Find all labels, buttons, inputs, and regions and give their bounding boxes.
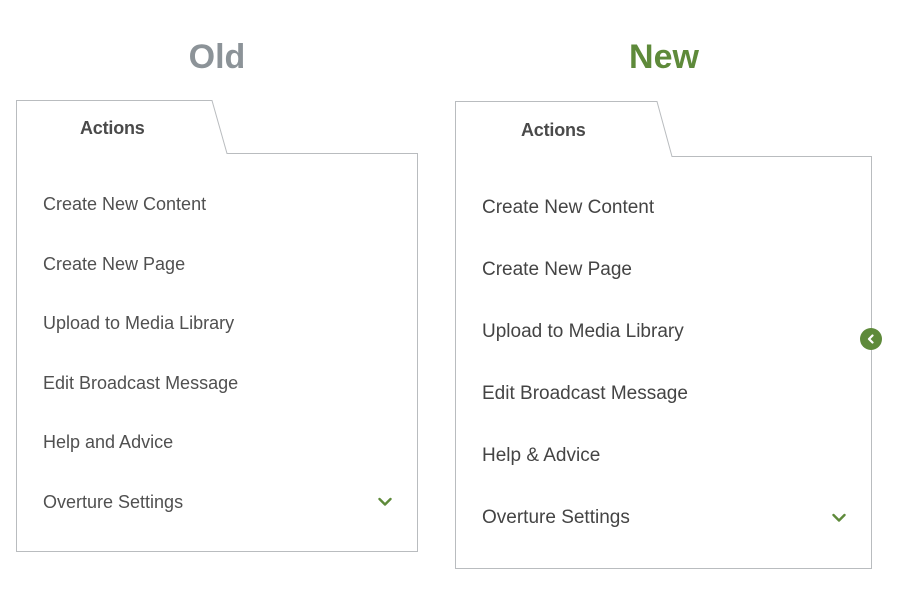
menu-item-label: Overture Settings [43,491,184,512]
new-menu-item-help-advice[interactable]: Help & Advice [482,436,872,476]
chevron-down-icon[interactable] [378,497,392,507]
old-menu-item-help-advice[interactable]: Help and Advice [43,422,418,462]
new-menu-item-edit-broadcast[interactable]: Edit Broadcast Message [482,374,872,414]
menu-item-label: Help & Advice [482,445,601,466]
new-heading: New [629,38,699,76]
menu-item-label: Create New Page [482,259,632,280]
menu-item-label: Create New Content [43,193,207,214]
chevron-left-icon [867,334,874,344]
old-menu-item-create-new-content[interactable]: Create New Content [43,184,418,224]
menu-item-label: Create New Page [43,253,186,274]
old-actions-panel: Actions Create New Content Create New Pa… [16,100,418,552]
menu-item-label: Upload to Media Library [482,321,684,342]
new-tab-actions[interactable]: Actions [521,120,586,141]
menu-item-label: Edit Broadcast Message [482,383,688,404]
new-actions-panel: Actions Create New Content Create New Pa… [455,101,872,569]
old-heading: Old [188,38,246,76]
new-menu-item-upload-media[interactable]: Upload to Media Library [482,312,872,352]
old-tab-actions[interactable]: Actions [80,118,145,139]
new-menu-item-overture-settings[interactable]: Overture Settings [482,498,872,538]
old-menu-item-edit-broadcast[interactable]: Edit Broadcast Message [43,363,418,403]
panel-collapse-toggle[interactable] [860,328,882,350]
menu-item-label: Create New Content [482,197,655,218]
old-menu-item-create-new-page[interactable]: Create New Page [43,244,418,284]
menu-item-label: Help and Advice [43,431,174,452]
menu-item-label: Edit Broadcast Message [43,372,239,393]
new-menu-item-create-new-page[interactable]: Create New Page [482,250,872,290]
new-menu-item-create-new-content[interactable]: Create New Content [482,188,872,228]
menu-item-label: Overture Settings [482,507,630,528]
old-menu-item-overture-settings[interactable]: Overture Settings [43,482,418,522]
menu-item-label: Upload to Media Library [43,312,235,333]
chevron-down-icon[interactable] [832,513,846,523]
old-menu-item-upload-media[interactable]: Upload to Media Library [43,303,418,343]
